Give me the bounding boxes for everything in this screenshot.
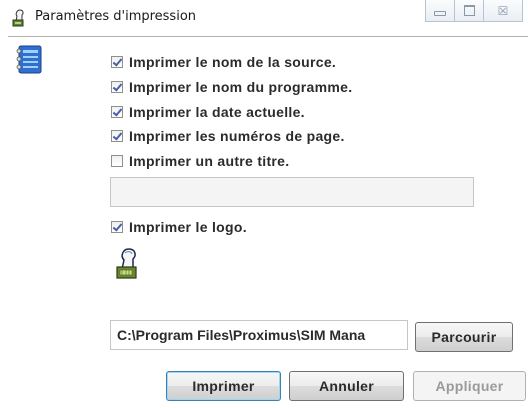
option-label: Imprimer le nom du programme.: [129, 79, 353, 95]
current-date-checkbox[interactable]: [111, 106, 123, 118]
source-name-checkbox[interactable]: [111, 56, 123, 68]
alt-title-input[interactable]: [110, 177, 474, 207]
option-source-name[interactable]: Imprimer le nom de la source.: [111, 53, 336, 71]
app-title-icon: [12, 9, 24, 27]
minimize-button[interactable]: [425, 0, 455, 22]
browse-button[interactable]: Parcourir: [415, 322, 513, 352]
option-label: Imprimer un autre titre.: [129, 153, 290, 169]
print-settings-dialog: Paramètres d'impression ☒ Imprimer le no…: [0, 0, 528, 408]
option-page-numbers[interactable]: Imprimer les numéros de page.: [111, 127, 345, 145]
option-label: Imprimer les numéros de page.: [129, 128, 345, 144]
print-button[interactable]: Imprimer: [166, 371, 281, 401]
page-numbers-checkbox[interactable]: [111, 130, 123, 142]
print-logo-checkbox[interactable]: [111, 221, 123, 233]
option-label: Imprimer le nom de la source.: [129, 54, 337, 70]
title-divider: [8, 36, 528, 37]
option-program-name[interactable]: Imprimer le nom du programme.: [111, 78, 352, 96]
logo-path-field[interactable]: C:\Program Files\Proximus\SIM Mana: [110, 320, 408, 350]
window-title: Paramètres d'impression: [35, 9, 197, 24]
maximize-icon: [463, 5, 475, 16]
apply-button[interactable]: Appliquer: [413, 371, 526, 401]
cancel-button[interactable]: Annuler: [289, 371, 404, 401]
program-name-checkbox[interactable]: [111, 81, 123, 93]
close-button[interactable]: ☒: [483, 0, 523, 22]
window-controls: ☒: [425, 0, 523, 24]
option-other-title[interactable]: Imprimer un autre titre.: [111, 152, 289, 170]
notebook-icon: [16, 45, 42, 74]
maximize-button[interactable]: [454, 0, 484, 22]
option-current-date[interactable]: Imprimer la date actuelle.: [111, 103, 305, 121]
option-label: Imprimer la date actuelle.: [129, 104, 305, 120]
option-label: Imprimer le logo.: [129, 219, 247, 235]
other-title-checkbox[interactable]: [111, 155, 123, 167]
logo-icon: [116, 248, 137, 279]
title-bar[interactable]: Paramètres d'impression ☒: [0, 0, 528, 34]
close-icon: ☒: [497, 3, 509, 18]
minimize-icon: [434, 11, 446, 16]
option-print-logo[interactable]: Imprimer le logo.: [111, 218, 247, 236]
